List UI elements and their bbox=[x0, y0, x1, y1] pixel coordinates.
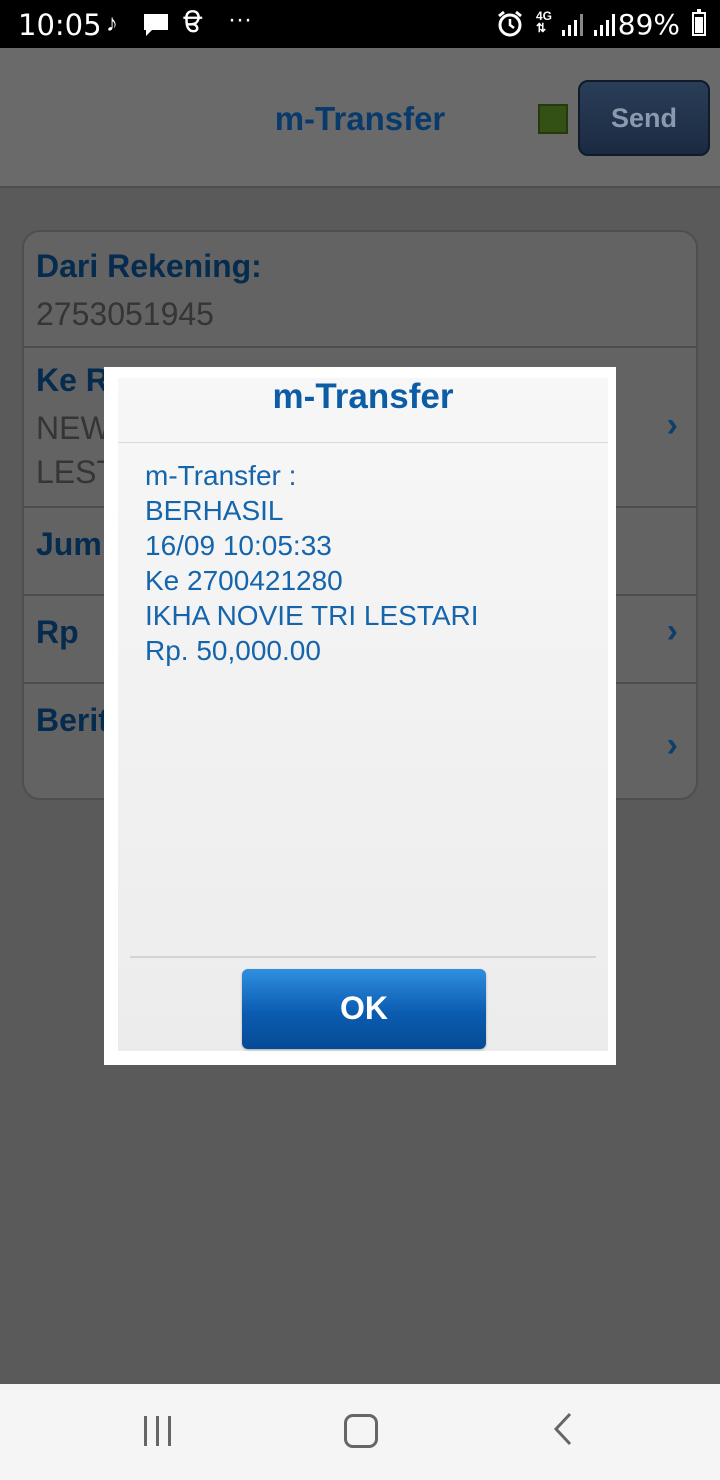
home-icon[interactable] bbox=[344, 1414, 378, 1448]
result-dialog: m-Transfer m-Transfer : BERHASIL 16/09 1… bbox=[118, 378, 608, 1051]
back-icon[interactable] bbox=[552, 1412, 574, 1446]
dialog-message: m-Transfer : BERHASIL 16/09 10:05:33 Ke … bbox=[145, 458, 479, 668]
signal-icon bbox=[562, 12, 588, 41]
network-type: 4G ⇅ bbox=[536, 9, 553, 35]
chevron-right-icon: › bbox=[666, 726, 678, 764]
currency-label: Rp bbox=[36, 614, 79, 650]
dialog-line: Rp. 50,000.00 bbox=[145, 635, 321, 666]
to-account-label: Ke R bbox=[36, 362, 109, 398]
dialog-line: 16/09 10:05:33 bbox=[145, 530, 332, 561]
dialog-title: m-Transfer bbox=[118, 378, 608, 443]
from-account-row: Dari Rekening: 2753051945 bbox=[24, 232, 696, 348]
amount-label: Jum bbox=[36, 526, 102, 562]
message-icon bbox=[142, 12, 170, 43]
dialog-line: IKHA NOVIE TRI LESTARI bbox=[145, 600, 479, 631]
battery-percent: 89% bbox=[617, 8, 680, 41]
recents-icon[interactable] bbox=[144, 1416, 174, 1446]
alarm-icon bbox=[496, 10, 524, 43]
dialog-line: m-Transfer : bbox=[145, 460, 297, 491]
status-bar: 10:05 ♪ ੳ ··· 4G ⇅ 89% bbox=[0, 0, 720, 48]
send-button[interactable]: Send bbox=[578, 80, 710, 156]
ok-button[interactable]: OK bbox=[242, 969, 486, 1049]
from-account-label: Dari Rekening: bbox=[36, 248, 262, 284]
status-indicator bbox=[538, 104, 568, 134]
app-bar: m-Transfer Send bbox=[0, 48, 720, 188]
battery-level bbox=[695, 17, 703, 33]
chevron-right-icon: › bbox=[666, 406, 678, 444]
status-time: 10:05 bbox=[18, 8, 102, 42]
app-icon: ੳ bbox=[184, 10, 202, 37]
dialog-line: Ke 2700421280 bbox=[145, 565, 343, 596]
message-label: Berit bbox=[36, 702, 109, 738]
to-account-value-line1: NEW bbox=[36, 410, 111, 446]
battery-icon bbox=[692, 9, 706, 36]
signal-icon bbox=[594, 12, 620, 41]
chevron-right-icon: › bbox=[666, 612, 678, 650]
from-account-value: 2753051945 bbox=[36, 296, 214, 332]
dialog-line: BERHASIL bbox=[145, 495, 284, 526]
divider bbox=[130, 956, 596, 958]
navigation-bar bbox=[0, 1384, 720, 1480]
tiktok-icon: ♪ bbox=[106, 10, 118, 37]
more-icon: ··· bbox=[228, 6, 252, 33]
